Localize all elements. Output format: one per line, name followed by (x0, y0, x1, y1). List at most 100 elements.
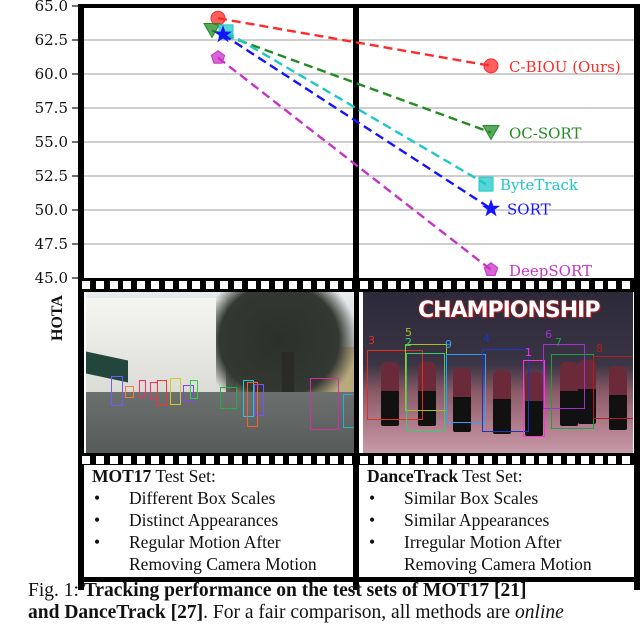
film-sprocket-hole (470, 456, 479, 464)
chart-frame-right (634, 5, 640, 590)
track-id: 2 (405, 336, 412, 349)
series-label: OC-SORT (509, 124, 581, 142)
star-marker (481, 199, 501, 217)
film-sprocket-hole (470, 281, 479, 289)
film-sprocket-hole (567, 281, 575, 289)
film-sprocket-hole (302, 281, 311, 289)
film-sprocket-hole (151, 281, 159, 289)
bullet-icon: • (94, 488, 101, 508)
bullet-icon: • (369, 510, 376, 530)
film-sprocket-hole (206, 281, 215, 289)
triangle-down-marker (203, 22, 221, 39)
dancetrack-title: DanceTrack Test Set: (359, 465, 634, 487)
y-tick-label: 55.0 (35, 133, 68, 151)
film-sprocket-hole (511, 456, 520, 464)
film-sprocket-hole (360, 281, 368, 289)
film-sprocket-hole (316, 456, 325, 464)
track-id: 7 (555, 336, 562, 349)
film-sprocket-hole (344, 456, 353, 464)
film-sprocket-hole (387, 456, 396, 464)
series-line (211, 29, 492, 134)
tracking-box (157, 380, 167, 406)
triangle-down-marker (482, 124, 500, 141)
tracking-box (446, 354, 486, 423)
tracking-box (139, 380, 146, 397)
film-sprocket-hole (580, 456, 589, 464)
caption-line2-text: . For a fair comparison, all methods are (203, 602, 516, 623)
track-id: 4 (483, 332, 490, 345)
film-sprocket-hole (553, 456, 562, 464)
tracking-box (170, 378, 181, 405)
y-tick-label: 52.5 (35, 167, 68, 185)
film-sprocket-hole (415, 456, 424, 464)
bullet-text: Distinct Appearances (129, 510, 279, 530)
mot17-bullet: • Regular Motion After (84, 531, 353, 553)
bullet-text: Similar Box Scales (404, 488, 539, 508)
y-tick-label: 47.5 (35, 235, 68, 253)
caption-line2-italic: online (515, 602, 564, 623)
film-sprocket-hole (387, 281, 396, 289)
film-sprocket-hole (192, 456, 201, 464)
film-sprocket-hole (622, 456, 631, 464)
tracking-box (254, 384, 264, 416)
film-sprocket-hole (233, 456, 242, 464)
film-sprocket-hole (622, 281, 631, 289)
film-sprocket-hole (289, 456, 297, 464)
mot17-title-rest: Test Set: (151, 466, 216, 486)
film-sprocket-hole (373, 456, 382, 464)
y-tick-label: 45.0 (35, 269, 68, 287)
caption-line2-bold: and DanceTrack [27] (28, 602, 204, 623)
film-sprocket-hole (442, 456, 451, 464)
tracking-box (310, 378, 339, 430)
track-id: 3 (368, 334, 375, 347)
bullet-continuation: Removing Camera Motion (129, 554, 317, 574)
film-sprocket-hole (261, 456, 270, 464)
y-tick-label: 50.0 (35, 201, 68, 219)
dancetrack-title-rest: Test Set: (458, 466, 523, 486)
film-sprocket-hole (137, 281, 146, 289)
film-sprocket-hole (456, 281, 465, 289)
caption-prefix: Fig. 1: (28, 580, 84, 601)
bullet-text: Similar Appearances (404, 510, 550, 530)
mot17-description: MOT17 Test Set: • Different Box Scales • D… (84, 465, 353, 577)
film-sprocket-hole (247, 281, 256, 289)
series-layer: C-BIOU (Ours) OC-SORT ByteTrack SORTDeepSOR… (203, 10, 621, 280)
film-sprocket-hole (330, 281, 339, 289)
film-strip-top (78, 278, 640, 292)
circle-marker (483, 58, 499, 74)
series-deepsort: DeepSORT (210, 50, 592, 280)
pentagon-marker (210, 50, 226, 64)
film-sprocket-hole (261, 281, 270, 289)
film-sprocket-hole (608, 456, 617, 464)
dancetrack-bullet: • Similar Appearances (359, 509, 634, 531)
film-sprocket-hole (525, 456, 534, 464)
mot17-bullet: • Distinct Appearances (84, 509, 353, 531)
tracking-box (593, 356, 633, 419)
tracking-box (220, 387, 237, 409)
film-sprocket-hole (164, 456, 173, 464)
y-tick-label: 57.5 (35, 99, 68, 117)
film-sprocket-hole (456, 456, 465, 464)
film-sprocket-hole (95, 456, 104, 464)
film-sprocket-hole (123, 281, 132, 289)
film-sprocket-hole (580, 281, 589, 289)
tracking-box (343, 394, 354, 428)
tracking-box (482, 349, 529, 432)
track-id: 8 (596, 342, 603, 355)
film-sprocket-hole (401, 456, 410, 464)
dancetrack-bullet: • Similar Box Scales (359, 487, 634, 509)
mot17-sample-frame (86, 292, 354, 453)
film-sprocket-hole (220, 281, 228, 289)
tracking-box (406, 353, 445, 431)
y-tick-label: 60.0 (35, 65, 68, 83)
track-id: 1 (525, 346, 532, 359)
dancetrack-title-bold: DanceTrack (367, 466, 459, 486)
film-sprocket-hole (109, 456, 118, 464)
film-sprocket-hole (275, 456, 284, 464)
church-building (86, 298, 226, 393)
film-sprocket-hole (275, 281, 284, 289)
film-sprocket-hole (302, 456, 311, 464)
track-id: 9 (445, 338, 452, 351)
tracking-box (523, 360, 545, 437)
film-sprocket-hole (137, 456, 146, 464)
